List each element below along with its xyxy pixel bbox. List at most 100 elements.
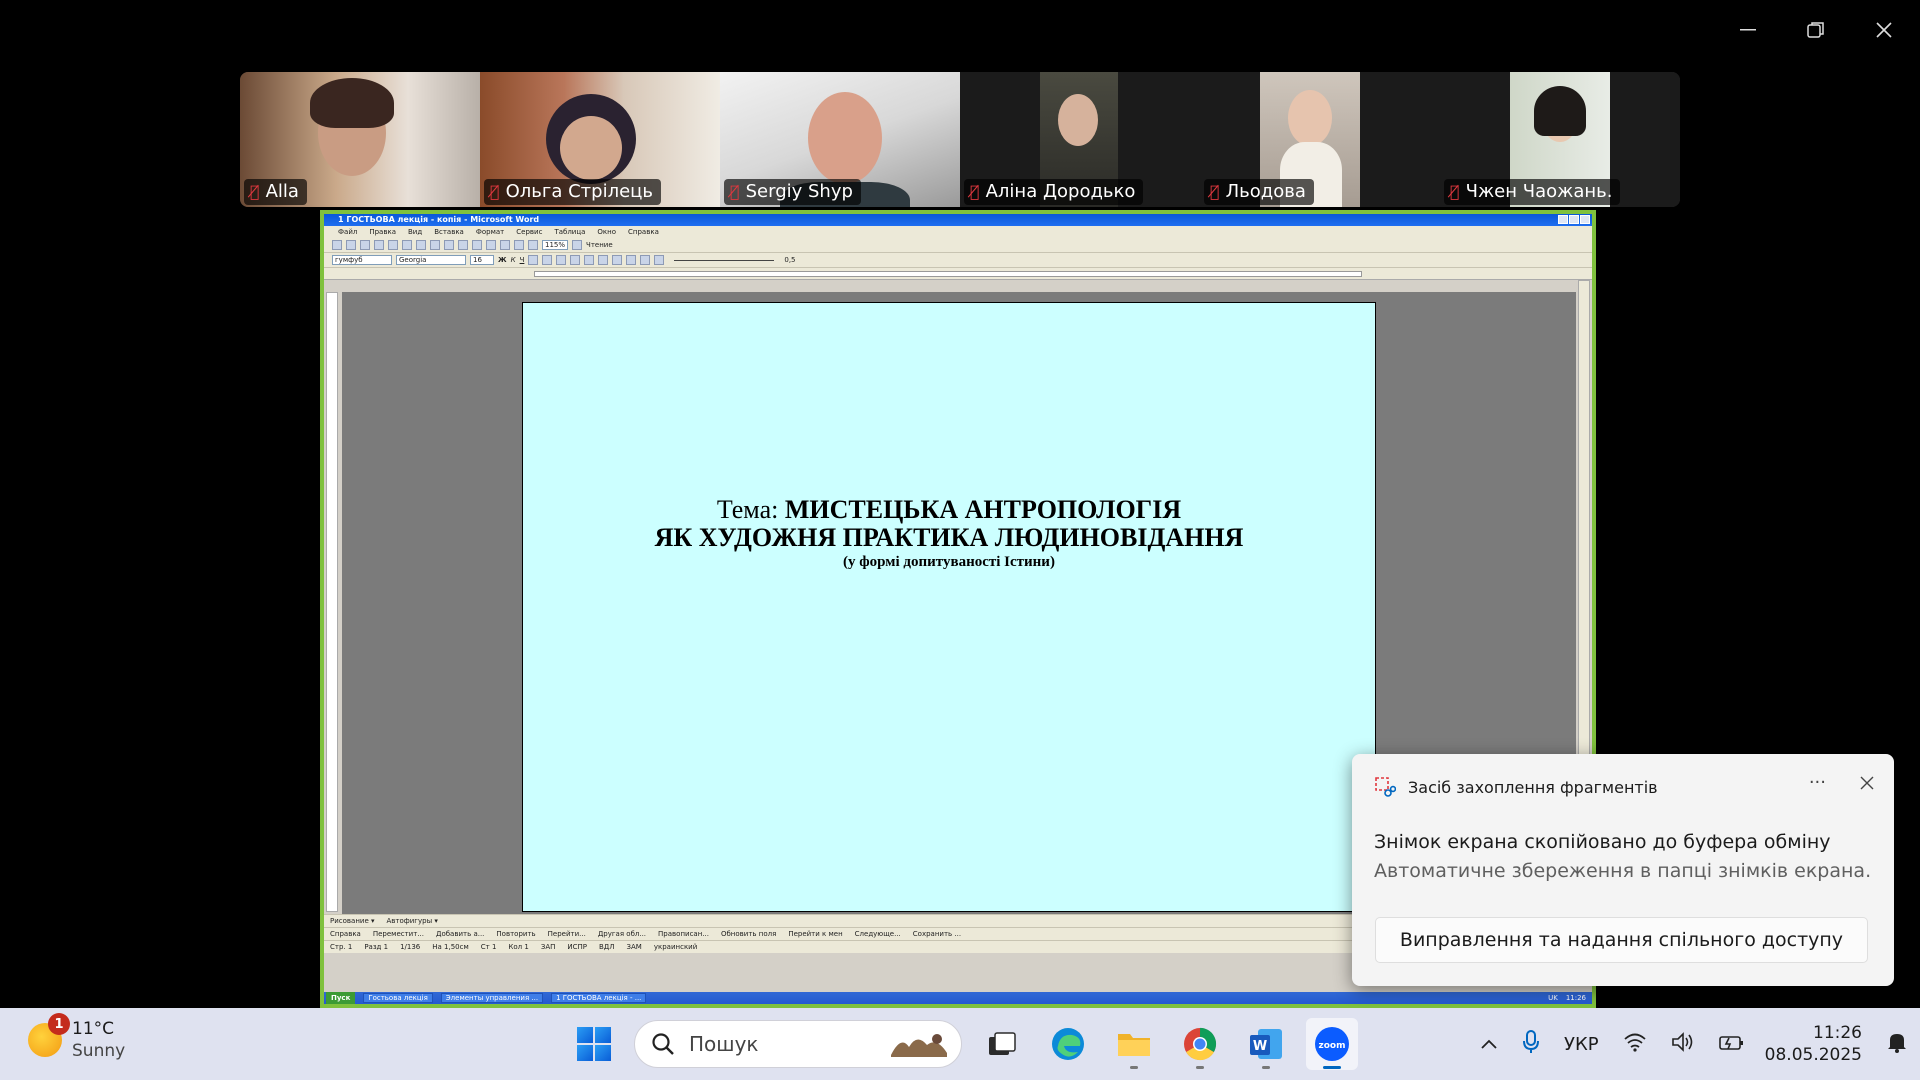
xp-task-button[interactable]: Элементы управления ... [440, 993, 544, 1003]
new-icon[interactable] [332, 240, 342, 250]
minimize-button[interactable] [1732, 14, 1764, 46]
fkey-item[interactable]: Повторить [496, 930, 535, 938]
minimize-button[interactable] [1558, 215, 1568, 224]
edit-and-share-button[interactable]: Виправлення та надання спільного доступу [1375, 917, 1868, 963]
close-button[interactable] [1580, 215, 1590, 224]
menu-item[interactable]: Таблица [554, 226, 585, 238]
wifi-icon[interactable] [1611, 1032, 1659, 1057]
fkey-item[interactable]: Добавить а... [436, 930, 484, 938]
help-icon[interactable] [572, 240, 583, 250]
participant-tile[interactable]: 🎙̸ Sergiy Shyp [720, 72, 960, 207]
hyperlink-icon[interactable] [486, 240, 496, 250]
columns-icon[interactable] [514, 240, 524, 250]
autoshapes-menu[interactable]: Автофигуры ▾ [387, 917, 438, 925]
font-field[interactable]: Georgia [396, 255, 466, 265]
document-page[interactable]: Тема: МИСТЕЦЬКА АНТРОПОЛОГІЯ ЯК ХУДОЖНЯ … [522, 302, 1376, 912]
fkey-item[interactable]: Справка [330, 930, 361, 938]
justify-icon[interactable] [570, 255, 581, 265]
preview-icon[interactable] [388, 240, 398, 250]
menu-item[interactable]: Окно [597, 226, 616, 238]
fkey-item[interactable]: Другая обл... [598, 930, 646, 938]
xp-start-button[interactable]: Пуск [326, 992, 356, 1004]
numbering-icon[interactable] [584, 255, 595, 265]
undo-icon[interactable] [458, 240, 468, 250]
table-icon[interactable] [500, 240, 510, 250]
more-options-icon[interactable]: ··· [1809, 772, 1826, 793]
task-view-button[interactable] [976, 1018, 1028, 1070]
font-size-field[interactable]: 16 [470, 255, 494, 265]
redo-icon[interactable] [472, 240, 482, 250]
participant-tile[interactable]: 🎙̸ Льодова [1200, 72, 1440, 207]
align-right-icon[interactable] [556, 255, 567, 265]
notifications-icon[interactable] [1874, 1031, 1920, 1058]
bullets-icon[interactable] [598, 255, 609, 265]
xp-task-button[interactable]: Гостьова лекція [363, 993, 433, 1003]
fkey-item[interactable]: Перейти к мен [788, 930, 842, 938]
maximize-button[interactable] [1569, 215, 1579, 224]
volume-icon[interactable] [1659, 1031, 1707, 1057]
cut-icon[interactable] [416, 240, 426, 250]
weather-widget[interactable]: 1 11°C Sunny [28, 1013, 125, 1062]
style-field[interactable]: гумфуб [332, 255, 392, 265]
print-icon[interactable] [374, 240, 384, 250]
zoom-field[interactable]: 115% [542, 240, 569, 250]
fkey-item[interactable]: Перейти... [548, 930, 586, 938]
clock[interactable]: 11:26 08.05.2025 [1757, 1022, 1874, 1066]
menu-item[interactable]: Вид [408, 226, 422, 238]
language-indicator[interactable]: УКР [1552, 1034, 1611, 1055]
pilcrow-icon[interactable] [528, 240, 538, 250]
battery-icon[interactable] [1707, 1033, 1757, 1056]
highlight-icon[interactable] [640, 255, 651, 265]
align-center-icon[interactable] [542, 255, 553, 265]
vertical-ruler[interactable] [326, 292, 338, 912]
close-button[interactable] [1868, 14, 1900, 46]
restore-button[interactable] [1800, 14, 1832, 46]
paste-icon[interactable] [444, 240, 454, 250]
start-button[interactable] [568, 1018, 620, 1070]
bold-button[interactable]: Ж [498, 256, 507, 264]
line-style-sample[interactable] [674, 259, 775, 261]
word-icon[interactable]: W [1240, 1018, 1292, 1070]
edge-icon[interactable] [1042, 1018, 1094, 1070]
line-width-field[interactable]: 0,5 [784, 256, 795, 264]
notification-toast[interactable]: Засіб захоплення фрагментів ··· Знімок е… [1352, 754, 1894, 986]
fkey-item[interactable]: Сохранить ... [913, 930, 961, 938]
underline-button[interactable]: Ч [520, 256, 525, 264]
save-icon[interactable] [360, 240, 370, 250]
copy-icon[interactable] [430, 240, 440, 250]
open-icon[interactable] [346, 240, 356, 250]
participant-tile[interactable]: 🎙̸ Alla [240, 72, 480, 207]
spelling-icon[interactable] [402, 240, 412, 250]
fkey-item[interactable]: Обновить поля [721, 930, 776, 938]
chrome-icon[interactable] [1174, 1018, 1226, 1070]
menu-item[interactable]: Правка [369, 226, 396, 238]
fkey-item[interactable]: Следующе... [855, 930, 901, 938]
participant-tile[interactable]: 🎙̸ Аліна Дородько [960, 72, 1200, 207]
font-color-icon[interactable] [654, 255, 665, 265]
chevron-up-icon[interactable] [1468, 1034, 1510, 1055]
italic-button[interactable]: К [511, 256, 516, 264]
search-box[interactable]: Пошук [634, 1020, 962, 1068]
participant-tile[interactable]: 🎙̸ Чжен Чаожань. [1440, 72, 1680, 207]
read-mode-button[interactable]: Чтение [586, 241, 613, 249]
drawing-menu[interactable]: Рисование ▾ [330, 917, 375, 925]
borders-icon[interactable] [626, 255, 637, 265]
horizontal-ruler[interactable] [324, 268, 1592, 280]
xp-task-button[interactable]: 1 ГОСТЬОВА лекція - ... [551, 993, 647, 1003]
participant-tile[interactable]: 🎙̸ Ольга Стрілець [480, 72, 720, 207]
menu-item[interactable]: Справка [628, 226, 659, 238]
menu-item[interactable]: Файл [338, 226, 357, 238]
menu-item[interactable]: Формат [476, 226, 504, 238]
zoom-icon[interactable]: zoom [1306, 1018, 1358, 1070]
fkey-item[interactable]: Переместит... [373, 930, 424, 938]
xp-lang[interactable]: UK [1548, 994, 1558, 1002]
menu-item[interactable]: Вставка [434, 226, 464, 238]
close-icon[interactable] [1860, 771, 1874, 795]
align-left-icon[interactable] [528, 255, 539, 265]
menu-item[interactable]: Сервис [516, 226, 542, 238]
fkey-item[interactable]: Правописан... [658, 930, 709, 938]
toast-app-name: Засіб захоплення фрагментів [1408, 777, 1658, 797]
indent-icon[interactable] [612, 255, 623, 265]
file-explorer-icon[interactable] [1108, 1018, 1160, 1070]
microphone-icon[interactable] [1510, 1029, 1552, 1059]
